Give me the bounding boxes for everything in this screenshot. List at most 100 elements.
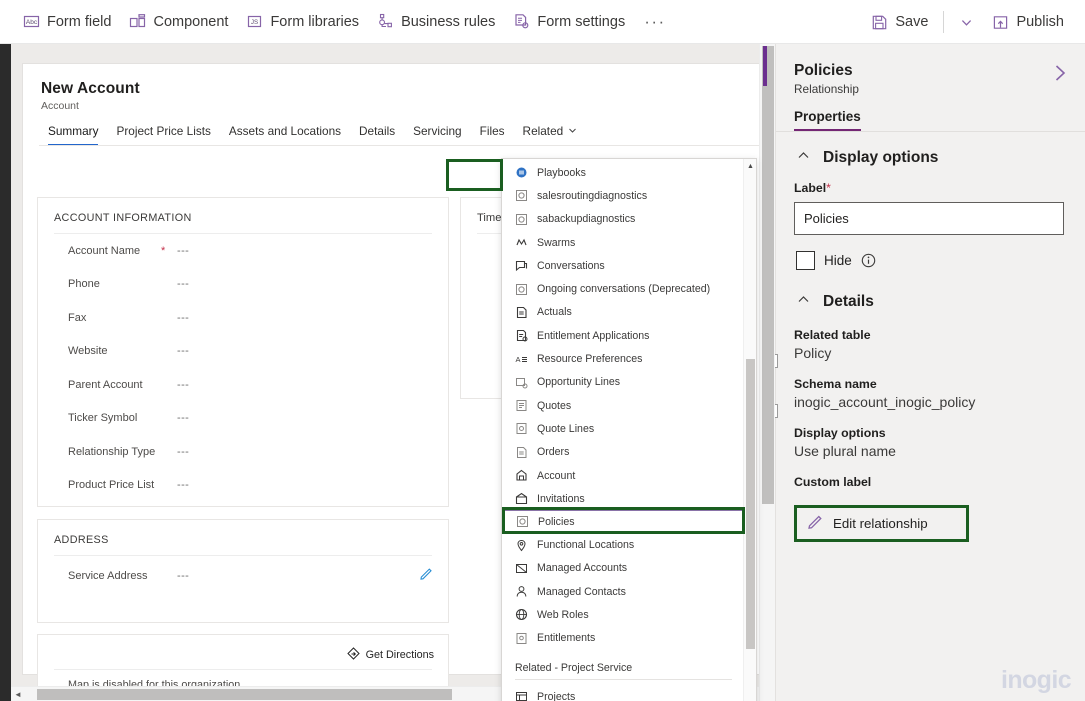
tab-assets-and-locations[interactable]: Assets and Locations: [220, 124, 350, 146]
field-value[interactable]: ---: [177, 345, 189, 357]
related-item-playbooks[interactable]: Playbooks: [502, 161, 745, 184]
related-item-label: Ongoing conversations (Deprecated): [537, 283, 711, 296]
related-item-swarms[interactable]: Swarms: [502, 231, 745, 254]
business-rules-button[interactable]: Business rules: [368, 7, 504, 37]
entitlement-app-icon: [515, 329, 528, 342]
horizontal-scrollbar-thumb[interactable]: [37, 688, 452, 700]
related-item-resource-preferences[interactable]: A Resource Preferences: [502, 347, 745, 370]
related-item-label: Playbooks: [537, 166, 586, 179]
field-value[interactable]: ---: [177, 412, 189, 424]
related-item-quotes[interactable]: Quotes: [502, 394, 745, 417]
field-value[interactable]: ---: [177, 278, 189, 290]
scroll-up-arrow-icon[interactable]: ▲: [744, 159, 756, 173]
get-directions-button[interactable]: Get Directions: [346, 647, 434, 663]
details-section-header[interactable]: Details: [776, 270, 1085, 312]
properties-panel-title: Policies: [794, 62, 853, 79]
save-button[interactable]: Save: [862, 7, 937, 37]
related-table-label: Related table: [794, 328, 871, 342]
field-row-phone: Phone ---: [38, 268, 448, 302]
related-item-label: Actuals: [537, 306, 572, 319]
related-item-invitations[interactable]: Invitations: [502, 487, 745, 510]
field-value[interactable]: ---: [177, 479, 189, 491]
scroll-left-arrow-icon[interactable]: ◄: [11, 690, 25, 699]
label-field-group: Label* Policies: [776, 168, 1085, 235]
contact-person-icon: [515, 585, 528, 598]
tab-details[interactable]: Details: [350, 124, 404, 146]
field-value[interactable]: ---: [177, 245, 189, 257]
related-item-quote-lines[interactable]: Quote Lines: [502, 417, 745, 440]
related-item-policies[interactable]: Policies: [502, 510, 745, 534]
field-row-fax: Fax ---: [38, 301, 448, 335]
conversation-icon: [515, 259, 528, 272]
pencil-icon[interactable]: [419, 566, 434, 586]
tab-files-label: Files: [479, 124, 505, 138]
field-value[interactable]: ---: [177, 446, 189, 458]
related-entities-list: Playbooks salesroutingdiagnostics saback…: [502, 159, 745, 701]
related-item-managed-contacts[interactable]: Managed Contacts: [502, 580, 745, 603]
field-label: Relationship Type: [68, 445, 156, 458]
form-libraries-button[interactable]: JS Form libraries: [237, 7, 368, 37]
related-item-entitlements[interactable]: Entitlements: [502, 627, 745, 650]
related-item-projects[interactable]: Projects: [502, 685, 745, 701]
related-item-opportunity-lines[interactable]: Opportunity Lines: [502, 371, 745, 394]
component-button[interactable]: Component: [120, 7, 237, 37]
field-row-product-price-list: Product Price List ---: [38, 469, 448, 503]
svg-text:Abc: Abc: [26, 19, 38, 26]
save-floppy-icon: [871, 14, 888, 31]
related-item-conversations[interactable]: Conversations: [502, 254, 745, 277]
invitation-icon: [515, 492, 528, 505]
related-item-label: Invitations: [537, 492, 585, 505]
hide-label: Hide: [824, 253, 852, 268]
entity-icon: [515, 213, 528, 226]
related-item-salesroutingdiagnostics[interactable]: salesroutingdiagnostics: [502, 184, 745, 207]
tab-project-price-lists-label: Project Price Lists: [116, 124, 211, 138]
svg-text:A: A: [516, 355, 521, 364]
overflow-menu-button[interactable]: ···: [634, 13, 675, 30]
hide-checkbox[interactable]: [796, 251, 815, 270]
vertical-scrollbar-thumb[interactable]: [762, 46, 774, 504]
form-settings-button[interactable]: Form settings: [504, 7, 634, 37]
related-item-label: Entitlement Applications: [537, 329, 650, 342]
form-header: New Account Account: [23, 64, 766, 112]
field-value[interactable]: ---: [177, 379, 189, 391]
label-input[interactable]: Policies: [794, 202, 1064, 235]
field-value[interactable]: ---: [177, 570, 189, 582]
related-item-ongoing-conversations[interactable]: Ongoing conversations (Deprecated): [502, 277, 745, 300]
related-item-orders[interactable]: Orders: [502, 441, 745, 464]
tab-files[interactable]: Files: [471, 124, 514, 146]
info-circle-icon[interactable]: [861, 253, 876, 268]
chevron-right-icon[interactable]: [1049, 62, 1071, 89]
field-label: Service Address: [68, 570, 148, 582]
related-item-web-roles[interactable]: Web Roles: [502, 603, 745, 626]
tab-project-price-lists[interactable]: Project Price Lists: [107, 124, 219, 146]
entity-icon: [515, 189, 528, 202]
location-pin-icon: [515, 539, 528, 552]
project-icon: [515, 690, 528, 701]
related-item-managed-accounts[interactable]: Managed Accounts: [502, 557, 745, 580]
related-item-entitlement-applications[interactable]: Entitlement Applications: [502, 324, 745, 347]
display-options-section-header[interactable]: Display options: [776, 132, 1085, 168]
form-field-button[interactable]: Abc Form field: [14, 7, 120, 37]
related-item-actuals[interactable]: Actuals: [502, 301, 745, 324]
field-value[interactable]: ---: [177, 312, 189, 324]
edit-relationship-button[interactable]: Edit relationship: [794, 505, 969, 542]
related-item-sabackupdiagnostics[interactable]: sabackupdiagnostics: [502, 208, 745, 231]
component-grid-icon: [129, 13, 146, 30]
chevron-up-icon: [796, 148, 811, 168]
vertical-scrollbar[interactable]: [759, 44, 775, 701]
order-icon: [515, 446, 528, 459]
tab-summary[interactable]: Summary: [39, 124, 107, 146]
chevron-up-icon: [796, 292, 811, 312]
related-item-functional-locations[interactable]: Functional Locations: [502, 533, 745, 556]
flyout-scrollbar-thumb[interactable]: [746, 359, 755, 649]
publish-button[interactable]: Publish: [983, 7, 1073, 37]
entity-icon: [516, 515, 529, 528]
related-item-label: Quote Lines: [537, 422, 595, 435]
save-options-button[interactable]: [950, 10, 983, 35]
tab-servicing[interactable]: Servicing: [404, 124, 471, 146]
flyout-scrollbar[interactable]: ▲ ▼: [743, 159, 756, 701]
tab-properties[interactable]: Properties: [794, 109, 861, 131]
related-item-account[interactable]: Account: [502, 464, 745, 487]
tab-related[interactable]: Related: [514, 124, 587, 146]
custom-label-label: Custom label: [794, 475, 872, 489]
